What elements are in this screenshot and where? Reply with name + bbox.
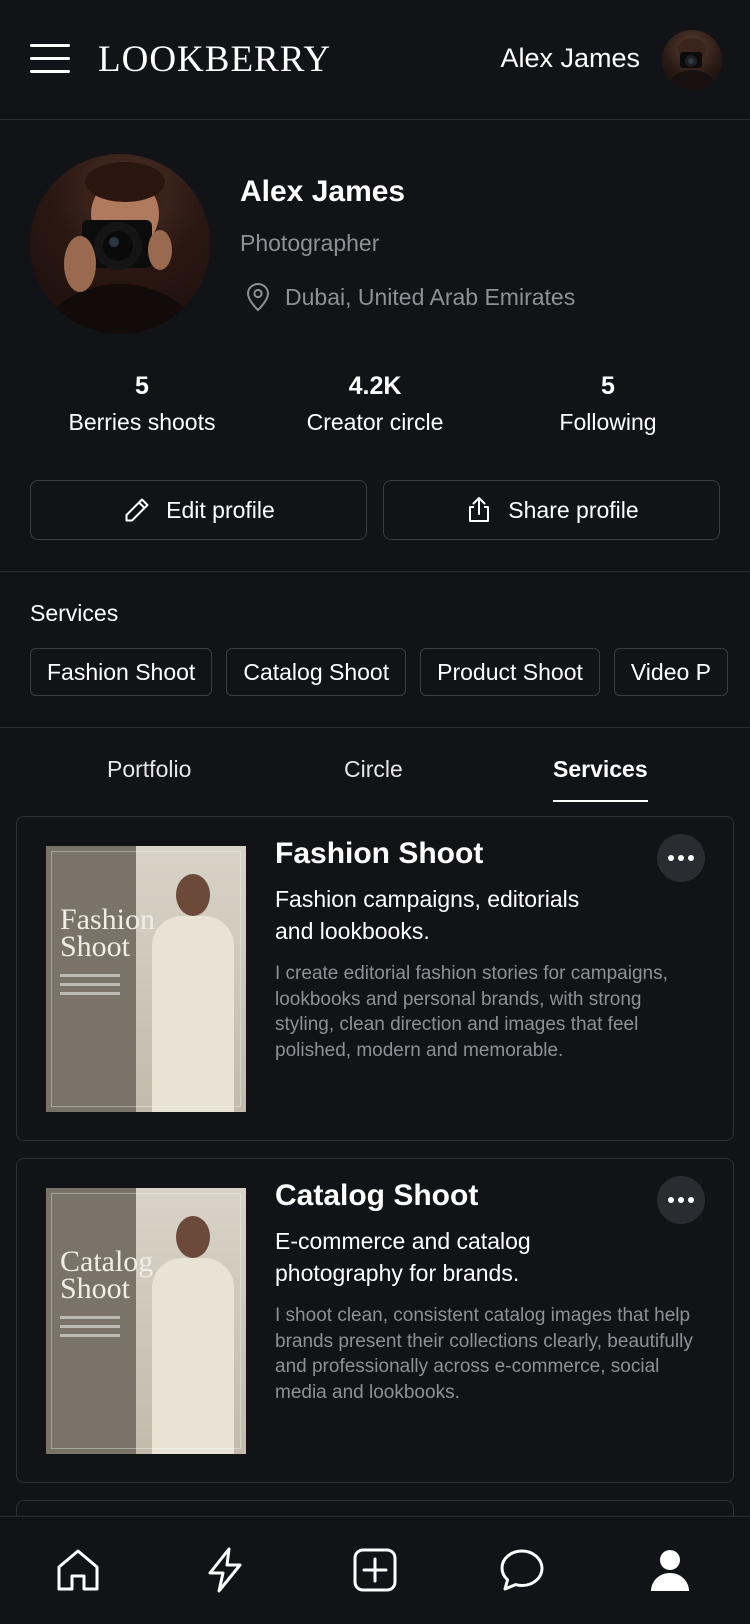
service-card-description: I shoot clean, consistent catalog images… bbox=[275, 1305, 693, 1403]
profile-stats: 5 Berries shoots 4.2K Creator circle 5 F… bbox=[0, 372, 750, 442]
more-options-button[interactable] bbox=[657, 834, 705, 882]
edit-profile-button[interactable]: Edit profile bbox=[30, 480, 367, 540]
service-card-title: Fashion Shoot bbox=[275, 837, 484, 870]
thumb-frame bbox=[51, 1193, 241, 1449]
stat-label: Berries shoots bbox=[68, 409, 216, 435]
profile-location: Dubai, United Arab Emirates bbox=[245, 282, 575, 312]
services-section-title: Services bbox=[30, 600, 119, 626]
chip-catalog-shoot[interactable]: Catalog Shoot bbox=[226, 648, 407, 696]
section-divider bbox=[0, 571, 750, 572]
service-card-subtitle: E-commerce and catalog photography for b… bbox=[275, 1228, 531, 1286]
header-user-name: Alex James bbox=[500, 43, 640, 73]
service-card[interactable]: Fashion Shoot Fashion Shoot Fashion camp… bbox=[16, 816, 734, 1141]
share-profile-button[interactable]: Share profile bbox=[383, 480, 720, 540]
chip-video[interactable]: Video P bbox=[613, 648, 729, 696]
stat-label: Creator circle bbox=[306, 409, 444, 435]
services-chip-row[interactable]: Fashion Shoot Catalog Shoot Product Shoot V… bbox=[30, 648, 750, 696]
service-thumbnail: Catalog Shoot bbox=[46, 1188, 246, 1454]
flash-icon[interactable] bbox=[200, 1545, 250, 1595]
service-thumbnail: Fashion Shoot bbox=[46, 846, 246, 1112]
service-card-title: Catalog Shoot bbox=[275, 1179, 479, 1212]
share-profile-label: Share profile bbox=[508, 496, 639, 523]
thumb-frame bbox=[51, 851, 241, 1107]
profile-name: Alex James bbox=[240, 175, 406, 208]
hamburger-menu-icon[interactable] bbox=[30, 42, 70, 76]
header-avatar[interactable] bbox=[662, 30, 722, 90]
chat-bubble-icon[interactable] bbox=[497, 1545, 547, 1595]
bottom-navigation bbox=[0, 1516, 750, 1624]
tab-circle[interactable]: Circle bbox=[344, 756, 403, 802]
service-card[interactable]: Catalog Shoot Catalog Shoot E-commerce a… bbox=[16, 1158, 734, 1483]
share-icon bbox=[469, 497, 490, 522]
home-icon[interactable] bbox=[53, 1545, 103, 1595]
tab-services[interactable]: Services bbox=[553, 756, 648, 802]
section-divider bbox=[0, 727, 750, 728]
profile-avatar[interactable] bbox=[30, 154, 210, 334]
chip-fashion-shoot[interactable]: Fashion Shoot bbox=[30, 648, 213, 696]
edit-profile-label: Edit profile bbox=[166, 496, 275, 523]
service-card-subtitle: Fashion campaigns, editorials and lookbo… bbox=[275, 886, 580, 944]
map-pin-icon bbox=[246, 282, 270, 312]
profile-icon[interactable] bbox=[645, 1545, 695, 1595]
more-options-button[interactable] bbox=[657, 1176, 705, 1224]
stat-value: 4.2K bbox=[348, 372, 402, 400]
pencil-icon bbox=[125, 498, 149, 522]
tab-portfolio[interactable]: Portfolio bbox=[107, 756, 191, 802]
service-card-description: I create editorial fashion stories for c… bbox=[275, 963, 668, 1061]
stat-berries-shoots[interactable]: 5 Berries shoots bbox=[22, 372, 262, 436]
stat-value: 5 bbox=[601, 372, 615, 400]
app-screen: LOOKBERRY Alex James Alex James Photogra… bbox=[0, 0, 750, 1624]
stat-value: 5 bbox=[135, 372, 149, 400]
profile-tabs: Portfolio Circle Services bbox=[0, 756, 750, 802]
chip-product-shoot[interactable]: Product Shoot bbox=[420, 648, 600, 696]
profile-location-text: Dubai, United Arab Emirates bbox=[285, 283, 576, 310]
stat-following[interactable]: 5 Following bbox=[488, 372, 728, 436]
brand-logo[interactable]: LOOKBERRY bbox=[98, 38, 331, 81]
stat-label: Following bbox=[559, 409, 657, 435]
profile-role: Photographer bbox=[240, 230, 380, 256]
add-square-icon[interactable] bbox=[350, 1545, 400, 1595]
stat-creator-circle[interactable]: 4.2K Creator circle bbox=[255, 372, 495, 436]
top-bar: LOOKBERRY Alex James bbox=[0, 0, 750, 120]
